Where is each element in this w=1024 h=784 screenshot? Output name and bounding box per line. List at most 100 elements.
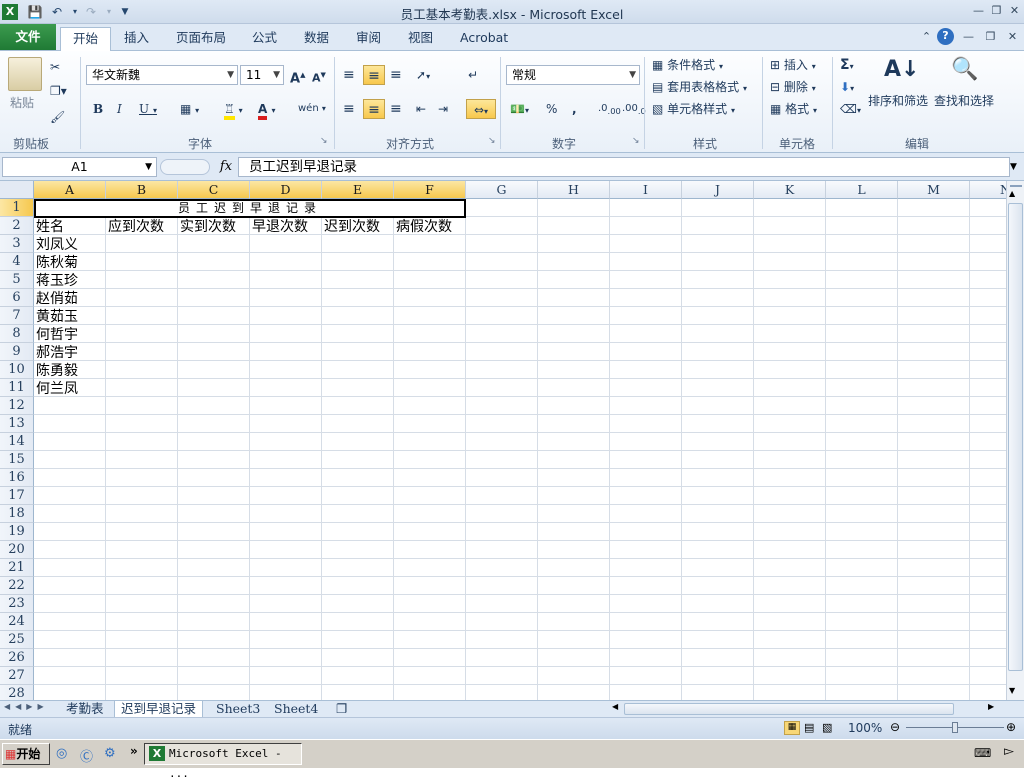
merge-center-icon[interactable]: ⇔▾ [466, 99, 496, 119]
row-header-8[interactable]: 8 [0, 325, 34, 343]
align-bottom-icon[interactable]: ≡ [390, 65, 402, 85]
page-layout-view-icon[interactable]: ▤ [804, 721, 814, 734]
column-header-k[interactable]: K [754, 181, 826, 199]
font-dialog-launcher-icon[interactable]: ↘ [320, 131, 328, 151]
autosum-icon[interactable]: Σ▾ [840, 55, 854, 75]
tab-formulas[interactable]: 公式 [240, 27, 289, 51]
tab-review[interactable]: 审阅 [344, 27, 393, 51]
row-header-20[interactable]: 20 [0, 541, 34, 559]
column-header-n[interactable]: N [970, 181, 1006, 199]
increase-decimal-icon[interactable]: .0.00 [598, 99, 621, 119]
find-select-button[interactable]: 查找和选择 [934, 91, 994, 111]
row-header-22[interactable]: 22 [0, 577, 34, 595]
collapse-ribbon-icon[interactable]: ⌃ [918, 29, 935, 45]
spreadsheet-grid[interactable]: ABCDEFGHIJKLMN 1 2 3 4 5 6 7 8 9 10 11 12 13 14 15 16 17… [0, 181, 1006, 701]
row-header-23[interactable]: 23 [0, 595, 34, 613]
quicklaunch-1-icon[interactable]: ◎ [56, 746, 67, 761]
row-header-1[interactable]: 1 [0, 199, 34, 217]
scroll-thumb[interactable] [1008, 203, 1023, 671]
format-cells-button[interactable]: ▦ 格式 ▾ [770, 99, 817, 119]
column-header-c[interactable]: C [178, 181, 250, 199]
align-left-icon[interactable]: ≡ [343, 99, 355, 119]
fill-color-icon[interactable]: ♖ ▾ [224, 99, 243, 120]
row-header-5[interactable]: 5 [0, 271, 34, 289]
insert-function-icon[interactable]: fx [216, 157, 236, 177]
restore-icon[interactable]: ❐ [988, 3, 1005, 19]
header-cell[interactable]: 应到次数 [106, 218, 164, 236]
select-all-button[interactable] [0, 181, 34, 199]
row-header-16[interactable]: 16 [0, 469, 34, 487]
sheet-nav-icon[interactable]: ◀◀▶▶ [4, 702, 49, 711]
underline-icon[interactable]: U ▾ [139, 99, 157, 119]
scroll-down-icon[interactable]: ▼ [1009, 686, 1015, 695]
column-header-m[interactable]: M [898, 181, 970, 199]
tab-acrobat[interactable]: Acrobat [448, 27, 520, 51]
split-box[interactable] [1010, 181, 1022, 187]
help-icon[interactable]: ? [937, 28, 954, 45]
orientation-icon[interactable]: ➚▾ [416, 65, 430, 85]
phonetic-icon[interactable]: wén ▾ [298, 99, 326, 119]
tab-insert[interactable]: 插入 [112, 27, 161, 51]
align-right-icon[interactable]: ≡ [390, 99, 402, 119]
format-as-table-button[interactable]: ▤ 套用表格格式 ▾ [652, 77, 747, 97]
row-header-18[interactable]: 18 [0, 505, 34, 523]
conditional-format-button[interactable]: ▦ 条件格式 ▾ [652, 55, 723, 75]
expand-formula-bar-icon[interactable]: ▼ [1010, 159, 1022, 175]
horizontal-scroll-thumb[interactable] [624, 703, 954, 715]
align-center-icon[interactable]: ≡ [363, 99, 385, 119]
fill-icon[interactable]: ⬇▾ [840, 77, 854, 97]
name-cell[interactable]: 黄茹玉 [34, 308, 78, 326]
sheet-tab-sheet3[interactable]: Sheet3 [210, 701, 266, 718]
column-header-f[interactable]: F [394, 181, 466, 199]
insert-cells-button[interactable]: ⊞ 插入 ▾ [770, 55, 816, 75]
cut-icon[interactable]: ✂ [50, 57, 60, 77]
decrease-indent-icon[interactable]: ⇤ [416, 99, 426, 119]
row-header-24[interactable]: 24 [0, 613, 34, 631]
tab-file[interactable]: 文件 [0, 24, 56, 50]
header-cell[interactable]: 实到次数 [178, 218, 236, 236]
workbook-close-icon[interactable]: ✕ [1004, 29, 1021, 45]
name-cell[interactable]: 陈勇毅 [34, 362, 78, 380]
align-top-icon[interactable]: ≡ [343, 65, 355, 85]
paste-button[interactable]: 粘贴 [10, 93, 34, 113]
header-cell[interactable]: 病假次数 [394, 218, 452, 236]
header-cell[interactable]: 迟到次数 [322, 218, 380, 236]
comma-style-icon[interactable]: , [572, 99, 577, 119]
column-header-l[interactable]: L [826, 181, 898, 199]
wrap-text-icon[interactable]: ↵ [468, 65, 478, 85]
formula-bar-resize-handle[interactable] [160, 159, 210, 175]
row-header-13[interactable]: 13 [0, 415, 34, 433]
column-header-g[interactable]: G [466, 181, 538, 199]
column-header-a[interactable]: A [34, 181, 106, 199]
minimize-icon[interactable]: — [970, 3, 987, 19]
clear-icon[interactable]: ⌫▾ [840, 99, 861, 119]
new-sheet-icon[interactable]: ❐ [330, 701, 353, 718]
scroll-right-icon[interactable]: ▶ [988, 702, 994, 711]
vertical-scrollbar[interactable]: ▲ ▼ [1006, 181, 1024, 701]
row-header-17[interactable]: 17 [0, 487, 34, 505]
shrink-font-icon[interactable]: A▼ [312, 65, 326, 85]
quicklaunch-3-icon[interactable]: ⚙ [104, 746, 116, 761]
column-header-d[interactable]: D [250, 181, 322, 199]
name-cell[interactable]: 蒋玉珍 [34, 272, 78, 290]
paste-icon[interactable] [8, 57, 42, 91]
tab-page-layout[interactable]: 页面布局 [164, 27, 238, 51]
close-icon[interactable]: ✕ [1006, 3, 1023, 19]
header-cell[interactable]: 姓名 [34, 218, 64, 236]
name-cell[interactable]: 陈秋菊 [34, 254, 78, 272]
column-header-j[interactable]: J [682, 181, 754, 199]
workbook-restore-icon[interactable]: ❐ [982, 29, 999, 45]
row-header-11[interactable]: 11 [0, 379, 34, 397]
row-header-19[interactable]: 19 [0, 523, 34, 541]
start-button[interactable]: ▦开始 [2, 743, 50, 765]
zoom-in-icon[interactable]: ⊕ [1006, 720, 1016, 734]
row-header-2[interactable]: 2 [0, 217, 34, 235]
decrease-decimal-icon[interactable]: .00.0 [622, 99, 646, 119]
scroll-left-icon[interactable]: ◀ [612, 702, 618, 711]
row-header-3[interactable]: 3 [0, 235, 34, 253]
italic-icon[interactable]: I [117, 99, 122, 119]
sheet-tab-sheet4[interactable]: Sheet4 [268, 701, 324, 718]
row-header-15[interactable]: 15 [0, 451, 34, 469]
column-header-e[interactable]: E [322, 181, 394, 199]
row-header-28[interactable]: 28 [0, 685, 34, 701]
